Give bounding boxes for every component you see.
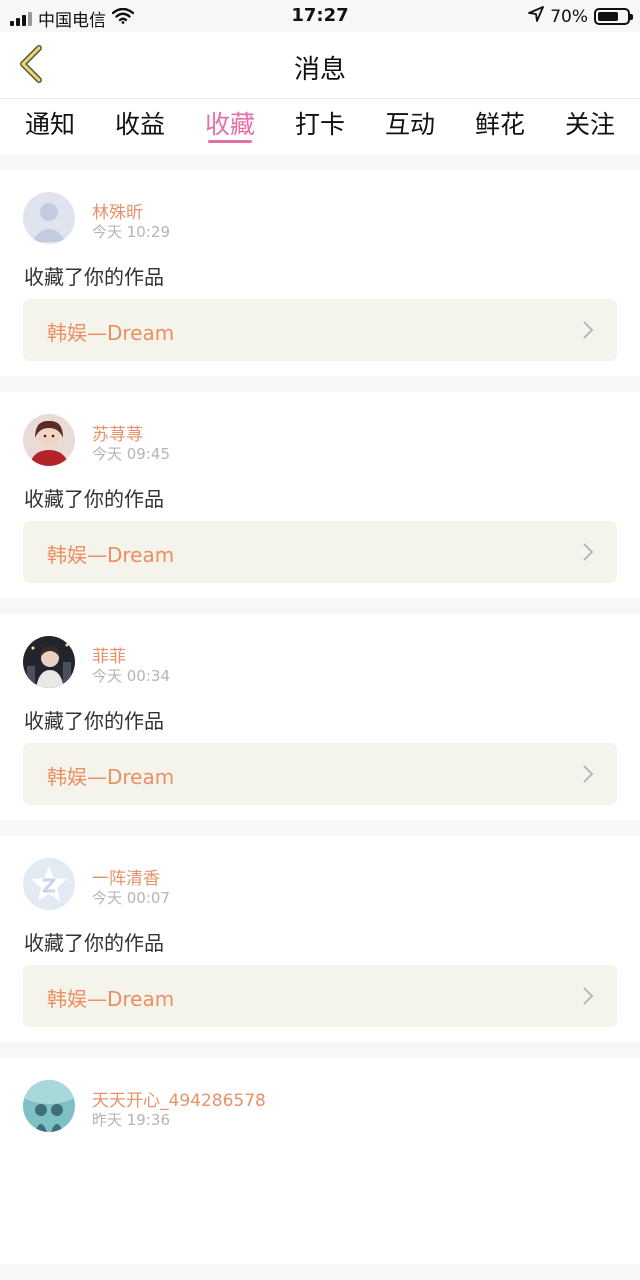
- work-link[interactable]: 韩娱—Dream: [23, 299, 617, 361]
- feed-card: 苏荨荨 今天 09:45 收藏了你的作品 韩娱—Dream: [0, 392, 640, 598]
- chevron-right-icon: [583, 987, 594, 1005]
- tab-checkin[interactable]: 打卡: [288, 99, 352, 155]
- tab-favorites[interactable]: 收藏: [198, 99, 262, 155]
- feed-card: 一阵清香 今天 00:07 收藏了你的作品 韩娱—Dream: [0, 836, 640, 1042]
- user-name[interactable]: 菲菲: [92, 642, 126, 667]
- status-right: 70%: [528, 6, 633, 27]
- chevron-right-icon: [583, 543, 594, 561]
- user-name[interactable]: 一阵清香: [92, 864, 160, 889]
- qq-star-avatar-icon: [23, 858, 75, 910]
- work-link[interactable]: 韩娱—Dream: [23, 521, 617, 583]
- avatar[interactable]: [23, 414, 75, 466]
- active-tab-indicator: [208, 140, 252, 143]
- location-arrow-icon: [528, 6, 545, 27]
- tab-bar: 通知 收益 收藏 打卡 互动 鲜花 关注: [0, 99, 640, 155]
- tab-flowers[interactable]: 鲜花: [468, 99, 532, 155]
- tab-notify[interactable]: 通知: [18, 99, 82, 155]
- photo-avatar-teal-icon: [23, 1080, 75, 1132]
- action-text: 收藏了你的作品: [24, 931, 164, 955]
- photo-avatar-dark-icon: [23, 636, 75, 688]
- avatar[interactable]: [23, 1080, 75, 1132]
- post-time: 今天 00:34: [92, 667, 170, 685]
- work-title: 韩娱—Dream: [47, 987, 175, 1011]
- feed-card: 天天开心_494286578 昨天 19:36: [0, 1058, 640, 1264]
- chevron-right-icon: [583, 321, 594, 339]
- post-time: 今天 00:07: [92, 889, 170, 907]
- battery-icon: [594, 8, 633, 25]
- user-name[interactable]: 苏荨荨: [92, 420, 143, 445]
- post-time: 今天 09:45: [92, 445, 170, 463]
- avatar[interactable]: [23, 636, 75, 688]
- avatar[interactable]: [23, 192, 75, 244]
- work-link[interactable]: 韩娱—Dream: [23, 965, 617, 1027]
- post-time: 今天 10:29: [92, 223, 170, 241]
- tab-interaction[interactable]: 互动: [378, 99, 442, 155]
- tab-favorites-label: 收藏: [204, 110, 255, 139]
- work-link[interactable]: 韩娱—Dream: [23, 743, 617, 805]
- tab-earnings[interactable]: 收益: [108, 99, 172, 155]
- feed-card: 菲菲 今天 00:34 收藏了你的作品 韩娱—Dream: [0, 614, 640, 820]
- default-person-avatar-icon: [23, 192, 75, 244]
- battery-percent: 70%: [550, 6, 588, 27]
- work-title: 韩娱—Dream: [47, 543, 175, 567]
- action-text: 收藏了你的作品: [24, 487, 164, 511]
- action-text: 收藏了你的作品: [24, 265, 164, 289]
- user-name[interactable]: 林殊昕: [92, 198, 143, 223]
- work-title: 韩娱—Dream: [47, 765, 175, 789]
- photo-avatar-red-icon: [23, 414, 75, 466]
- status-bar: 中国电信 17:27 70%: [0, 0, 640, 32]
- chevron-right-icon: [583, 765, 594, 783]
- feed-card: 林殊昕 今天 10:29 收藏了你的作品 韩娱—Dream: [0, 170, 640, 376]
- action-text: 收藏了你的作品: [24, 709, 164, 733]
- user-name[interactable]: 天天开心_494286578: [92, 1086, 266, 1111]
- tab-follow[interactable]: 关注: [558, 99, 622, 155]
- avatar[interactable]: [23, 858, 75, 910]
- page-title: 消息: [293, 55, 346, 85]
- post-time: 昨天 19:36: [92, 1111, 170, 1129]
- nav-header: 消息: [0, 32, 640, 99]
- work-title: 韩娱—Dream: [47, 321, 175, 345]
- favorites-feed: 林殊昕 今天 10:29 收藏了你的作品 韩娱—Dream 苏荨荨 今天 09:…: [0, 170, 640, 1280]
